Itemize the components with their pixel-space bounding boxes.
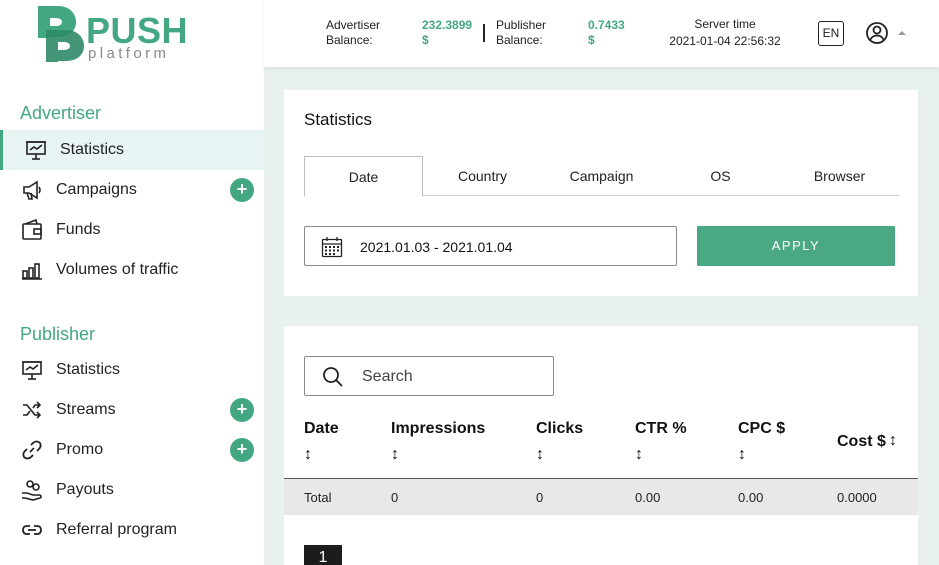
statistics-filter-card: Statistics Date Country Campaign OS Brow… — [284, 90, 918, 296]
chain-link-icon — [20, 518, 44, 542]
sidebar-item-label: Campaigns — [56, 181, 137, 198]
sidebar-item-referral-program[interactable]: Referral program — [0, 510, 264, 550]
balance-divider — [483, 24, 485, 42]
sidebar-item-campaigns[interactable]: Campaigns + — [0, 170, 264, 210]
calendar-icon — [321, 236, 343, 258]
column-header-clicks[interactable]: Clicks — [536, 420, 583, 438]
sort-icon[interactable]: ↕ — [536, 446, 544, 464]
tab-browser[interactable]: Browser — [780, 156, 899, 196]
presentation-chart-icon — [20, 358, 44, 382]
advertiser-balance-label-line1: Advertiser — [326, 18, 381, 32]
sidebar-item-label: Promo — [56, 441, 104, 458]
brand-logo[interactable]: PUSH platform — [36, 4, 206, 64]
total-clicks: 0 — [536, 490, 544, 505]
tab-date[interactable]: Date — [304, 156, 423, 197]
sidebar-item-publisher-statistics[interactable]: Statistics — [0, 350, 264, 390]
column-header-date[interactable]: Date — [304, 420, 339, 438]
sidebar-item-promo[interactable]: Promo + — [0, 430, 264, 470]
sidebar-item-label: Payouts — [56, 481, 114, 498]
sidebar-item-label: Funds — [56, 221, 101, 238]
advertiser-balance-value: 232.3899 — [422, 18, 473, 32]
sidebar-item-volumes-of-traffic[interactable]: Volumes of traffic — [0, 250, 264, 290]
push-logo-icon — [38, 6, 84, 62]
hand-coins-icon — [20, 478, 44, 502]
publisher-balance-currency: $ — [588, 33, 595, 47]
sort-icon[interactable]: ↕ — [738, 446, 746, 464]
sidebar-item-advertiser-statistics[interactable]: Statistics — [0, 130, 264, 170]
advertiser-section-title: Advertiser — [20, 103, 102, 123]
wallet-icon — [20, 218, 44, 242]
column-header-ctr[interactable]: CTR % — [635, 420, 687, 438]
sidebar-item-label: Statistics — [56, 361, 121, 378]
statistics-tabs: Date Country Campaign OS Browser — [304, 156, 899, 197]
chevron-down-icon[interactable] — [898, 31, 906, 35]
top-header: Advertiser Balance: 232.3899 $ Publisher… — [264, 0, 939, 67]
search-icon — [322, 366, 344, 388]
megaphone-icon — [20, 178, 44, 202]
apply-button[interactable]: APPLY — [697, 226, 895, 266]
total-impressions: 0 — [391, 490, 399, 505]
publisher-balance-label-line2: Balance: — [496, 33, 543, 47]
column-header-impressions[interactable]: Impressions — [391, 420, 485, 438]
server-time-label: Server time — [694, 17, 756, 31]
presentation-chart-icon — [24, 138, 48, 162]
column-header-cpc[interactable]: CPC $ — [738, 420, 785, 438]
search-placeholder: Search — [362, 368, 413, 385]
pagination-page-button[interactable]: 1 — [304, 545, 342, 565]
sort-icon[interactable]: ↕ — [889, 432, 897, 450]
language-button[interactable]: EN — [818, 21, 844, 46]
total-cost: 0.0000 — [837, 490, 877, 505]
date-range-value: 2021.01.03 - 2021.01.04 — [360, 239, 513, 255]
date-range-input[interactable]: 2021.01.03 - 2021.01.04 — [304, 226, 677, 266]
link-icon — [20, 438, 44, 462]
tab-country[interactable]: Country — [423, 156, 542, 196]
publisher-balance-value: 0.7433 — [588, 18, 625, 32]
total-cpc: 0.00 — [738, 490, 764, 505]
tab-campaign[interactable]: Campaign — [542, 156, 661, 196]
advertiser-balance-currency: $ — [422, 33, 429, 47]
total-label: Total — [304, 490, 332, 505]
tab-os[interactable]: OS — [661, 156, 780, 196]
sidebar: PUSH platform Advertiser Statistics Camp… — [0, 0, 264, 565]
user-account-icon[interactable] — [865, 21, 889, 45]
sidebar-item-label: Statistics — [60, 141, 125, 158]
sort-icon[interactable]: ↕ — [391, 446, 399, 464]
server-time-value: 2021-01-04 22:56:32 — [669, 34, 781, 48]
advertiser-balance-label-line2: Balance: — [326, 33, 373, 47]
publisher-section-title: Publisher — [20, 324, 96, 344]
total-ctr: 0.00 — [635, 490, 661, 505]
add-promo-button[interactable]: + — [230, 438, 254, 462]
bar-chart-icon — [20, 258, 44, 282]
shuffle-icon — [20, 398, 44, 422]
page-title: Statistics — [304, 110, 373, 129]
sidebar-item-label: Referral program — [56, 521, 177, 538]
add-stream-button[interactable]: + — [230, 398, 254, 422]
publisher-balance-label-line1: Publisher — [496, 18, 547, 32]
sidebar-item-label: Streams — [56, 401, 116, 418]
search-input[interactable]: Search — [304, 356, 554, 396]
sidebar-item-funds[interactable]: Funds — [0, 210, 264, 250]
sort-icon[interactable]: ↕ — [635, 446, 643, 464]
sidebar-item-streams[interactable]: Streams + — [0, 390, 264, 430]
table-row-total: Total 0 0 0.00 0.00 0.0000 — [284, 479, 918, 515]
sort-icon[interactable]: ↕ — [304, 446, 312, 464]
sidebar-item-payouts[interactable]: Payouts — [0, 470, 264, 510]
add-campaign-button[interactable]: + — [230, 178, 254, 202]
logo-subtitle: platform — [88, 45, 170, 62]
statistics-table-card: Search Date ↕ Impressions ↕ Clicks ↕ CTR… — [284, 326, 918, 565]
sidebar-item-label: Volumes of traffic — [56, 261, 179, 278]
column-header-cost[interactable]: Cost $ — [837, 433, 886, 451]
server-time: Server time 2021-01-04 22:56:32 — [667, 16, 783, 50]
